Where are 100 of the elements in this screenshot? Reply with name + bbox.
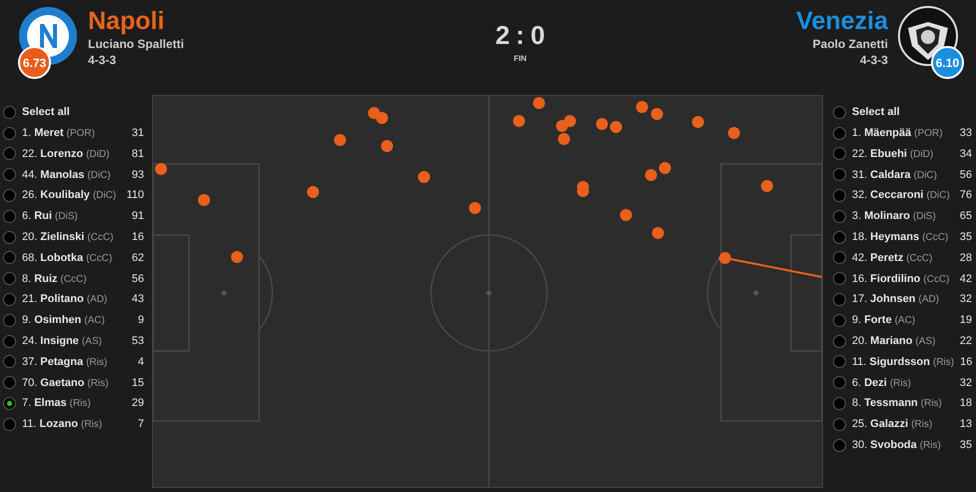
touch-dot xyxy=(692,116,704,128)
radio-button[interactable] xyxy=(3,230,16,244)
touch-dot xyxy=(564,115,576,127)
player-name: Johnsen xyxy=(870,292,916,308)
shirt-number: 26. xyxy=(22,188,38,204)
radio-button[interactable] xyxy=(3,376,16,390)
touch-count: 65 xyxy=(960,209,972,224)
touch-count: 31 xyxy=(132,126,144,141)
radio-button[interactable] xyxy=(3,272,16,286)
player-name: Tessmann xyxy=(864,396,918,412)
team-name: Venezia xyxy=(796,6,888,36)
shirt-number: 20. xyxy=(852,334,868,349)
touch-count: 13 xyxy=(960,417,972,432)
shirt-number: 44. xyxy=(22,168,38,183)
radio-button[interactable] xyxy=(833,355,846,368)
touch-count: 56 xyxy=(132,272,144,287)
player-name: Svoboda xyxy=(870,438,917,453)
touch-dot xyxy=(652,227,664,239)
radio-button[interactable] xyxy=(833,397,846,410)
shirt-number: 24. xyxy=(22,334,38,349)
shirt-number: 42. xyxy=(852,250,868,266)
radio-button[interactable] xyxy=(3,418,16,431)
player-position: (Ris) xyxy=(70,397,91,412)
player-name: Lorenzo xyxy=(40,146,84,162)
shirt-number: 37. xyxy=(22,354,38,370)
touch-dot xyxy=(761,180,773,192)
coach-name: Luciano Spalletti xyxy=(88,36,184,52)
radio-button[interactable] xyxy=(833,106,846,119)
radio-button[interactable] xyxy=(833,251,846,264)
radio-button[interactable] xyxy=(833,210,846,223)
radio-button[interactable] xyxy=(833,147,846,160)
touch-count: 33 xyxy=(960,126,972,141)
touch-count: 16 xyxy=(960,354,972,370)
radio-button[interactable] xyxy=(3,106,16,119)
touch-count: 4 xyxy=(138,354,144,370)
shirt-number: 20. xyxy=(22,230,38,245)
radio-button[interactable] xyxy=(3,168,16,182)
radio-button[interactable] xyxy=(833,272,846,286)
touch-count: 53 xyxy=(132,334,144,349)
formation: 4-3-3 xyxy=(860,52,888,68)
touch-count: 76 xyxy=(960,188,972,204)
player-name: Sigurdsson xyxy=(869,354,930,370)
touch-count: 22 xyxy=(960,334,972,349)
radio-button[interactable] xyxy=(833,230,846,244)
team-name: Napoli xyxy=(88,6,166,36)
radio-button[interactable] xyxy=(3,397,16,410)
touch-dot xyxy=(728,127,740,139)
score: 2 xyxy=(495,20,510,50)
radio-button[interactable] xyxy=(3,126,16,140)
player-position: (DiC) xyxy=(926,189,950,204)
player-position: (CcC) xyxy=(923,272,950,287)
shirt-number: 22. xyxy=(852,146,868,162)
radio-button[interactable] xyxy=(833,376,846,390)
player-position: (AD) xyxy=(918,293,940,308)
radio-button[interactable] xyxy=(833,126,846,140)
player-name: Dezi xyxy=(864,376,887,390)
radio-button[interactable] xyxy=(833,438,846,452)
radio-button[interactable] xyxy=(3,147,16,160)
player-name: Heymans xyxy=(870,230,920,245)
player-position: (CcC) xyxy=(86,252,112,266)
shirt-number: 32. xyxy=(852,188,868,204)
select-all-label[interactable]: Select all xyxy=(22,104,70,121)
radio-button[interactable] xyxy=(833,293,846,306)
player-name: Elmas xyxy=(34,396,67,412)
touch-dot xyxy=(469,202,481,214)
player-name: Mariano xyxy=(870,334,912,349)
player-name: Forte xyxy=(864,313,892,328)
radio-button[interactable] xyxy=(833,418,846,431)
radio-button[interactable] xyxy=(833,334,846,348)
radio-button[interactable] xyxy=(3,210,16,223)
radio-button[interactable] xyxy=(3,334,16,348)
player-name: Politano xyxy=(40,292,84,308)
player-position: (AS) xyxy=(915,334,936,349)
shirt-number: 25. xyxy=(852,417,868,432)
touch-count: 43 xyxy=(132,292,144,308)
touch-count: 15 xyxy=(132,376,144,390)
radio-button[interactable] xyxy=(3,189,16,202)
player-name: Lozano xyxy=(39,417,78,432)
touch-count: 42 xyxy=(960,272,972,287)
rating-badge: 6.10 xyxy=(930,46,964,79)
touch-count: 93 xyxy=(132,168,144,183)
player-name: Rui xyxy=(34,209,52,224)
coach-name: Paolo Zanetti xyxy=(812,36,888,52)
player-position: (DiC) xyxy=(914,168,937,183)
score-separator: : xyxy=(516,20,524,50)
player-position: (Ris) xyxy=(890,376,911,390)
player-position: (AD) xyxy=(86,293,108,308)
radio-button[interactable] xyxy=(833,168,846,182)
player-name: Petagna xyxy=(40,354,84,370)
radio-button[interactable] xyxy=(3,355,16,368)
radio-button[interactable] xyxy=(833,189,846,202)
radio-button[interactable] xyxy=(833,314,846,327)
touch-count: 28 xyxy=(960,250,972,266)
radio-button[interactable] xyxy=(3,251,16,264)
radio-button[interactable] xyxy=(3,314,16,327)
select-all-label[interactable]: Select all xyxy=(852,104,900,121)
radio-button[interactable] xyxy=(3,293,16,306)
touch-dot xyxy=(558,133,570,145)
player-position: (Ris) xyxy=(87,376,108,390)
player-position: (DiD) xyxy=(86,148,110,162)
